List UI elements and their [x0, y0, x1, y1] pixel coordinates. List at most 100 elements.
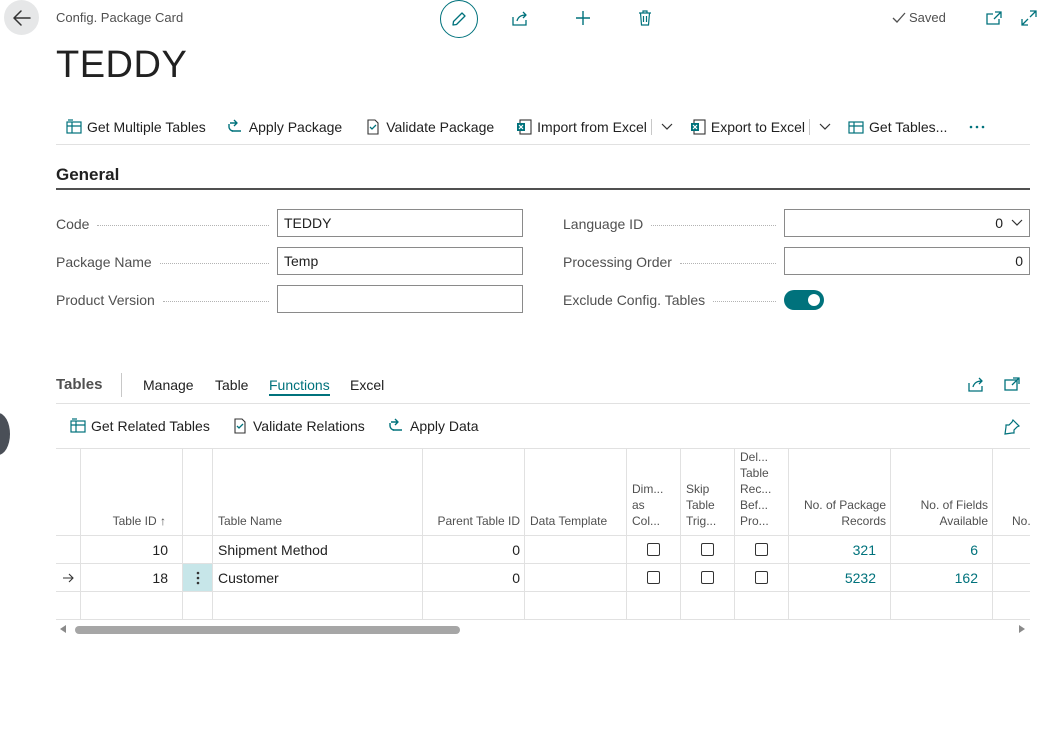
- table-id-cell[interactable]: 10: [80, 536, 182, 563]
- open-new-window-button[interactable]: [983, 8, 1005, 28]
- no-of-package-records-link[interactable]: 321: [788, 536, 876, 563]
- column-header-delete-table-records[interactable]: Del... Table Rec... Bef... Pro...: [740, 449, 786, 535]
- column-header-parent-table-id[interactable]: Parent Table ID: [422, 449, 521, 535]
- parent-table-id-cell[interactable]: 0: [422, 564, 520, 591]
- processing-order-field-label: Processing Order: [563, 252, 784, 272]
- page-title: TEDDY: [56, 44, 188, 86]
- edit-button[interactable]: [440, 0, 478, 38]
- exclude-config-toggle[interactable]: [784, 290, 824, 310]
- parent-table-id-cell[interactable]: 0: [422, 536, 520, 563]
- header-line: Table: [686, 498, 715, 512]
- export-to-excel-label: Export to Excel: [710, 118, 806, 135]
- expand-button[interactable]: [1018, 8, 1040, 28]
- product-version-input[interactable]: [277, 285, 523, 313]
- new-button[interactable]: [572, 8, 594, 28]
- data-template-cell[interactable]: [530, 564, 624, 591]
- tab-functions[interactable]: Functions: [269, 377, 330, 396]
- tables-grid: Table ID ↑ Table Name Parent Table ID Da…: [56, 449, 1030, 620]
- more-actions-button[interactable]: [969, 125, 985, 129]
- exclude-config-field-label: Exclude Config. Tables: [563, 290, 784, 310]
- column-header-data-template[interactable]: Data Template: [530, 449, 624, 535]
- validate-package-icon: [367, 118, 379, 135]
- dim-as-columns-checkbox[interactable]: [646, 543, 660, 556]
- skip-table-triggers-checkbox[interactable]: [700, 571, 714, 584]
- language-id-select[interactable]: 0: [784, 209, 1030, 237]
- separator: [121, 373, 122, 397]
- import-from-excel-button[interactable]: Import from Excel: [516, 119, 647, 135]
- delete-table-records-cell: [734, 536, 788, 563]
- header-line: Dim...: [632, 482, 664, 496]
- column-header-no-of-package-records[interactable]: No. of Package Records: [790, 449, 886, 535]
- apply-package-label: Apply Package: [248, 118, 343, 135]
- import-from-excel-dropdown[interactable]: [656, 123, 678, 131]
- export-to-excel-button[interactable]: Export to Excel: [690, 119, 805, 135]
- header-line: Available: [939, 514, 988, 528]
- chevron-down-icon: [1011, 219, 1023, 226]
- header-line: as: [632, 498, 645, 512]
- package-name-input[interactable]: Temp: [277, 247, 523, 275]
- skip-table-triggers-checkbox[interactable]: [700, 543, 714, 556]
- column-header-no-of-fields-available[interactable]: No. of Fields Available: [892, 449, 988, 535]
- sort-ascending-icon: ↑: [160, 514, 166, 528]
- pin-button[interactable]: [1002, 418, 1022, 436]
- general-section-title[interactable]: General: [56, 165, 119, 185]
- validate-package-button[interactable]: Validate Package: [365, 119, 494, 135]
- column-header-table-id[interactable]: Table ID ↑: [80, 449, 182, 535]
- processing-order-input[interactable]: 0: [784, 247, 1030, 275]
- header-line: Bef...: [740, 498, 769, 512]
- share-icon: [511, 11, 527, 26]
- header-line: Rec...: [740, 482, 772, 496]
- header-line: No. of Fields: [920, 498, 988, 512]
- column-header-more[interactable]: No.: [1012, 449, 1030, 535]
- delete-table-records-checkbox[interactable]: [754, 571, 768, 584]
- code-field-label: Code: [56, 214, 277, 234]
- column-header-dim-as-columns[interactable]: Dim... as Col...: [632, 449, 678, 535]
- export-to-excel-dropdown[interactable]: [814, 123, 836, 131]
- no-of-package-records-link[interactable]: 5232: [788, 564, 876, 591]
- validate-relations-button[interactable]: Validate Relations: [232, 418, 365, 434]
- export-excel-icon: [690, 118, 706, 135]
- header-line: Table: [740, 466, 769, 480]
- no-of-fields-available-link[interactable]: 162: [890, 564, 978, 591]
- code-input[interactable]: TEDDY: [277, 209, 523, 237]
- no-of-fields-available-link[interactable]: 6: [890, 536, 978, 563]
- side-panel-handle[interactable]: [0, 413, 10, 455]
- validate-relations-label: Validate Relations: [253, 418, 365, 434]
- tab-manage[interactable]: Manage: [143, 377, 194, 393]
- header-line: Del...: [740, 450, 769, 464]
- row-actions-button[interactable]: [183, 564, 212, 591]
- tab-table[interactable]: Table: [215, 377, 248, 393]
- get-tables-button[interactable]: Get Tables...: [848, 119, 947, 135]
- table-name-cell[interactable]: Shipment Method: [218, 536, 418, 563]
- delete-table-records-checkbox[interactable]: [754, 543, 768, 556]
- column-header-skip-table-triggers[interactable]: Skip Table Trig...: [686, 449, 732, 535]
- dim-as-columns-checkbox[interactable]: [646, 571, 660, 584]
- tables-open-button[interactable]: [1001, 374, 1023, 394]
- table-id-cell[interactable]: 18: [80, 564, 182, 591]
- section-divider: [56, 188, 1030, 190]
- share-button[interactable]: [508, 8, 532, 28]
- toggle-knob: [808, 294, 820, 306]
- tab-excel[interactable]: Excel: [350, 377, 384, 393]
- get-multiple-tables-icon: [66, 118, 82, 134]
- header-line: No. of Package: [803, 498, 886, 512]
- tables-part-title[interactable]: Tables: [56, 376, 102, 393]
- back-button[interactable]: [4, 0, 39, 35]
- tables-share-button[interactable]: [965, 374, 987, 394]
- apply-data-button[interactable]: Apply Data: [389, 418, 478, 434]
- share-icon: [967, 377, 983, 392]
- column-header-table-name[interactable]: Table Name: [218, 449, 418, 535]
- delete-button[interactable]: [634, 8, 656, 28]
- get-related-tables-button[interactable]: Get Related Tables: [70, 418, 210, 434]
- table-name-cell[interactable]: Customer: [218, 564, 418, 591]
- apply-package-icon: [228, 119, 241, 132]
- pin-icon: [1004, 419, 1020, 435]
- data-template-cell[interactable]: [530, 536, 624, 563]
- scroll-right-icon[interactable]: [1018, 625, 1025, 633]
- apply-package-button[interactable]: Apply Package: [228, 119, 342, 135]
- scrollbar-thumb[interactable]: [75, 626, 460, 634]
- get-multiple-tables-button[interactable]: Get Multiple Tables: [66, 119, 206, 135]
- delete-table-records-cell: [734, 564, 788, 591]
- scroll-left-icon[interactable]: [60, 625, 67, 633]
- package-name-label: Package Name: [56, 254, 152, 270]
